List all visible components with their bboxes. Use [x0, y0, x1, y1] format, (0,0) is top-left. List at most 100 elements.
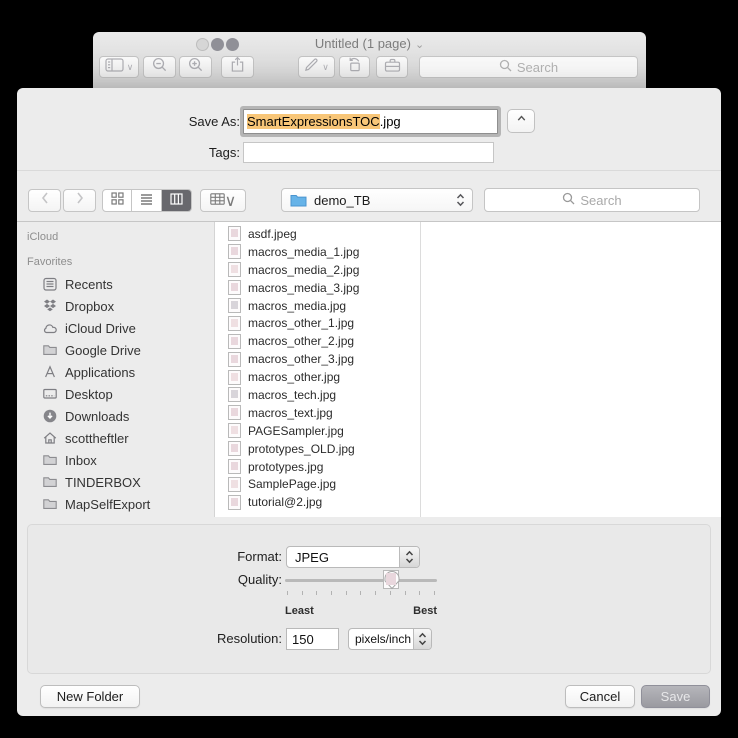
tick-mark — [375, 591, 377, 595]
location-popup[interactable]: demo_TB — [281, 188, 473, 212]
zoom-out-icon — [151, 56, 168, 78]
file-thumbnail-icon — [228, 298, 241, 313]
dialog-search-field[interactable]: Search — [484, 188, 700, 212]
folder-icon — [41, 474, 58, 490]
column-view-icon — [170, 192, 183, 210]
desktop-icon — [41, 386, 58, 402]
file-thumbnail-icon — [228, 333, 241, 349]
sidebar-item-google-drive[interactable]: Google Drive — [17, 339, 214, 361]
window-search-field[interactable]: Search — [419, 56, 638, 78]
markup-pen-icon — [304, 57, 319, 77]
markup-toolbox-button[interactable] — [376, 56, 408, 78]
tags-input[interactable] — [243, 142, 494, 163]
file-row[interactable]: macros_other_3.jpg — [216, 350, 420, 368]
new-folder-button[interactable]: New Folder — [40, 685, 140, 708]
resolution-label: Resolution: — [216, 631, 282, 646]
resolution-unit-popup[interactable]: pixels/inch — [348, 628, 432, 650]
sidebar-section-header: Favorites — [27, 256, 73, 268]
file-name: macros_media_2.jpg — [248, 262, 360, 277]
zoom-in-button[interactable] — [179, 56, 212, 78]
file-row[interactable]: prototypes.jpg — [216, 458, 420, 476]
file-row[interactable]: asdf.jpeg — [216, 225, 420, 243]
forward-button[interactable] — [63, 189, 96, 212]
sidebar-item-dropbox[interactable]: Dropbox — [17, 295, 214, 317]
file-row[interactable]: prototypes_OLD.jpg — [216, 440, 420, 458]
file-row[interactable]: macros_text.jpg — [216, 404, 420, 422]
sidebar-toggle-button[interactable]: ∨ — [99, 56, 139, 78]
file-browser: iCloud Favorites Recents Dropbox iCloud Driv… — [17, 222, 721, 517]
file-name: macros_media_3.jpg — [248, 280, 360, 295]
file-thumbnail-icon — [228, 351, 241, 367]
sidebar-item-desktop[interactable]: Desktop — [17, 383, 214, 405]
markup-pen-button[interactable]: ∨ — [298, 56, 335, 78]
chevron-down-icon: ∨ — [224, 192, 237, 210]
icon-view-button[interactable] — [103, 190, 133, 211]
sidebar-item-scottheftler[interactable]: scottheftler — [17, 427, 214, 449]
sidebar-item-downloads[interactable]: Downloads — [17, 405, 214, 427]
chevron-left-icon — [40, 191, 50, 210]
blue-folder-icon — [290, 193, 307, 207]
file-thumbnail-icon — [228, 280, 241, 296]
format-value: JPEG — [295, 549, 329, 565]
sidebar-item-icloud-drive[interactable]: iCloud Drive — [17, 317, 214, 339]
quality-label: Quality: — [237, 572, 282, 587]
file-name: PAGESampler.jpg — [248, 423, 344, 438]
location-label: demo_TB — [314, 192, 371, 208]
zoom-out-button[interactable] — [143, 56, 176, 78]
file-row[interactable]: macros_media.jpg — [216, 297, 420, 315]
share-button[interactable] — [221, 56, 254, 78]
file-row[interactable]: macros_other_1.jpg — [216, 314, 420, 332]
tick-mark — [389, 591, 391, 595]
slider-track — [285, 579, 437, 582]
file-row[interactable]: macros_other_2.jpg — [216, 332, 420, 350]
column-view-button[interactable] — [161, 190, 191, 211]
file-row[interactable]: macros_media_2.jpg — [216, 261, 420, 279]
downloads-icon — [41, 408, 58, 424]
sidebar-toggle-icon — [105, 57, 124, 77]
file-thumbnail-icon — [228, 226, 241, 242]
resolution-input[interactable] — [286, 628, 339, 650]
sidebar-item-mapselfexport[interactable]: MapSelfExport — [17, 493, 214, 515]
sidebar-item-inbox[interactable]: Inbox — [17, 449, 214, 471]
sidebar-item-tinderbox[interactable]: TINDERBOX — [17, 471, 214, 493]
rotate-icon — [346, 57, 363, 77]
filename-input[interactable]: SmartExpressionsTOC.jpg — [243, 109, 498, 134]
sidebar-item-label: Inbox — [65, 452, 97, 468]
slider-thumb[interactable] — [383, 570, 400, 590]
list-view-button[interactable] — [132, 190, 162, 211]
file-thumbnail-icon — [228, 405, 241, 421]
file-row[interactable]: tutorial@2.jpg — [216, 493, 420, 511]
file-thumbnail-icon — [228, 315, 241, 331]
file-thumbnail-icon — [228, 423, 241, 439]
save-button[interactable]: Save — [641, 685, 710, 708]
format-popup[interactable]: JPEG — [286, 546, 420, 568]
share-icon — [230, 56, 245, 78]
file-row[interactable]: macros_other.jpg — [216, 368, 420, 386]
file-row[interactable]: macros_media_1.jpg — [216, 243, 420, 261]
file-name: macros_media.jpg — [248, 298, 347, 313]
file-name: SamplePage.jpg — [248, 477, 337, 492]
back-button[interactable] — [28, 189, 61, 212]
zoom-in-icon — [187, 56, 204, 78]
cancel-button[interactable]: Cancel — [565, 685, 635, 708]
folder-icon — [41, 452, 58, 468]
file-name: prototypes_OLD.jpg — [248, 441, 355, 456]
file-row[interactable]: SamplePage.jpg — [216, 475, 420, 493]
grid-view-icon — [111, 191, 124, 210]
file-row[interactable]: macros_tech.jpg — [216, 386, 420, 404]
format-label: Format: — [237, 549, 282, 564]
quality-slider[interactable] — [285, 569, 437, 591]
arrange-button[interactable]: ∨ — [200, 189, 246, 212]
sidebar-item-label: Recents — [65, 276, 113, 292]
file-row[interactable]: macros_media_3.jpg — [216, 279, 420, 297]
dropbox-icon — [41, 298, 58, 314]
tick-mark — [404, 591, 406, 595]
rotate-button[interactable] — [339, 56, 370, 78]
collapse-dialog-button[interactable] — [507, 109, 535, 133]
sidebar-item-recents[interactable]: Recents — [17, 273, 214, 295]
sidebar-item-label: Google Drive — [65, 342, 141, 358]
sidebar: iCloud Favorites Recents Dropbox iCloud Driv… — [17, 222, 215, 517]
file-row[interactable]: PAGESampler.jpg — [216, 422, 420, 440]
file-thumbnail-icon — [228, 369, 241, 385]
sidebar-item-applications[interactable]: Applications — [17, 361, 214, 383]
